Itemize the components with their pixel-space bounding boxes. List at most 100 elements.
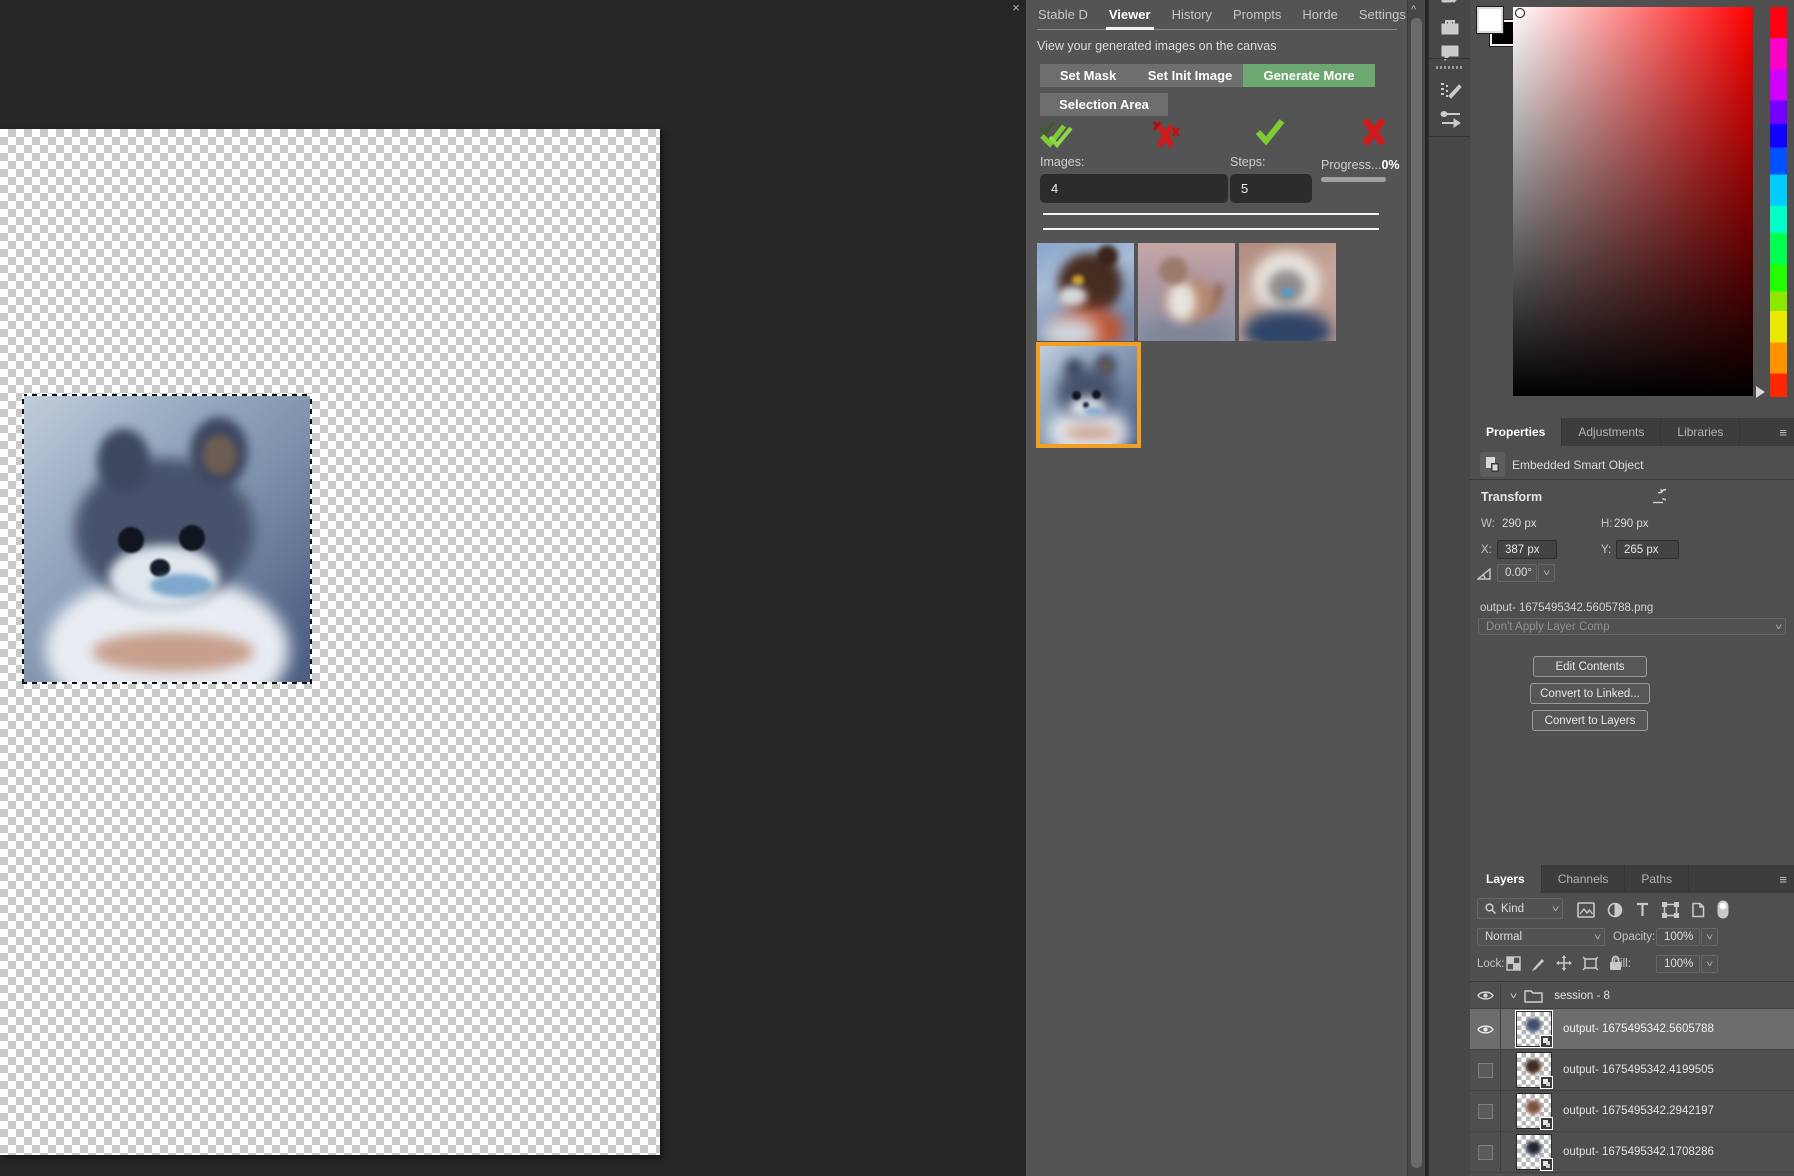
generate-more-button[interactable]: Generate More — [1243, 64, 1375, 87]
document-canvas[interactable] — [0, 129, 660, 1155]
scrollbar-up-icon[interactable]: ^ — [1411, 6, 1421, 14]
panel-icon-dock — [1428, 0, 1472, 1176]
reject-icon[interactable] — [1360, 116, 1388, 153]
fill-select[interactable]: 100% — [1656, 955, 1700, 973]
generated-thumbnail-2[interactable] — [1138, 243, 1235, 341]
tab-properties[interactable]: Properties — [1470, 418, 1562, 446]
lock-transparency-icon[interactable] — [1506, 956, 1521, 971]
panel-menu-icon[interactable]: ≡ — [1772, 418, 1794, 446]
layer-filter-select[interactable]: Kind˅ — [1477, 898, 1563, 919]
chevron-down-icon: ˅ — [1775, 622, 1782, 632]
angle-select-chevron-icon[interactable]: ˅ — [1538, 564, 1555, 582]
accept-all-icon[interactable] — [1038, 120, 1074, 155]
hidden-layer-checkbox[interactable] — [1478, 1063, 1493, 1078]
width-label: W: — [1481, 518, 1495, 530]
layer-thumbnail[interactable] — [1516, 1052, 1552, 1088]
layer-thumbnail[interactable] — [1516, 1011, 1552, 1047]
accept-icon[interactable] — [1255, 118, 1285, 151]
hue-slider-pointer[interactable] — [1756, 386, 1765, 398]
brush-settings-icon[interactable] — [1440, 82, 1460, 100]
visibility-toggle[interactable] — [1470, 1009, 1501, 1049]
set-init-image-button[interactable]: Set Init Image — [1125, 64, 1255, 87]
convert-to-linked-button[interactable]: Convert to Linked... — [1530, 683, 1650, 704]
visibility-toggle[interactable] — [1470, 1132, 1501, 1172]
foreground-color-swatch[interactable] — [1477, 7, 1503, 33]
y-input[interactable]: 265 px — [1616, 540, 1679, 559]
x-label: X: — [1481, 544, 1492, 556]
edit-contents-button[interactable]: Edit Contents — [1533, 656, 1647, 677]
tab-horde[interactable]: Horde — [1301, 7, 1338, 22]
hue-slider[interactable] — [1770, 7, 1787, 397]
tab-prompts[interactable]: Prompts — [1232, 7, 1282, 22]
visibility-toggle[interactable] — [1470, 1091, 1501, 1131]
chevron-down-icon: ˅ — [1594, 932, 1601, 942]
layer-row-2[interactable]: output- 1675495342.4199505 — [1470, 1050, 1794, 1091]
layer-thumbnail[interactable] — [1516, 1093, 1552, 1129]
hidden-layer-checkbox[interactable] — [1478, 1145, 1493, 1160]
panel-menu-icon[interactable]: ≡ — [1772, 865, 1794, 893]
tab-paths[interactable]: Paths — [1625, 865, 1689, 893]
color-picker-field[interactable] — [1513, 7, 1753, 396]
color-picker-cursor[interactable] — [1515, 8, 1525, 18]
divider-line — [1043, 213, 1379, 215]
selection-area-button[interactable]: Selection Area — [1040, 93, 1168, 116]
tab-stable-d[interactable]: Stable D — [1037, 7, 1089, 22]
canvas-smart-object-image[interactable] — [22, 394, 312, 684]
lock-position-move-icon[interactable] — [1556, 955, 1572, 971]
layer-group-row[interactable]: ˅ session - 8 — [1470, 983, 1794, 1009]
filter-adjustment-layers-icon[interactable] — [1607, 902, 1623, 918]
tab-libraries[interactable]: Libraries — [1661, 418, 1740, 446]
generated-thumbnail-3[interactable] — [1239, 243, 1336, 341]
x-input[interactable]: 387 px — [1497, 540, 1557, 559]
generated-thumbnail-4-selected[interactable] — [1040, 346, 1137, 444]
opacity-chevron-icon[interactable]: ˅ — [1701, 928, 1718, 946]
filter-smart-objects-icon[interactable] — [1691, 902, 1705, 918]
group-expand-chevron-icon[interactable]: ˅ — [1510, 991, 1518, 1001]
layer-comp-select[interactable]: Don't Apply Layer Comp˅ — [1478, 618, 1786, 635]
smart-object-icon — [1480, 452, 1505, 477]
filter-type-layers-icon[interactable] — [1635, 902, 1650, 918]
eye-icon — [1477, 1024, 1494, 1035]
brushes-tools-icon[interactable] — [1440, 110, 1460, 128]
chevron-down-icon: ˅ — [1552, 904, 1559, 914]
filter-toggle-icon[interactable] — [1717, 900, 1729, 919]
set-mask-button[interactable]: Set Mask — [1040, 64, 1136, 87]
comment-bubble-icon[interactable] — [1440, 44, 1460, 62]
opacity-select[interactable]: 100% — [1656, 928, 1700, 946]
fill-chevron-icon[interactable]: ˅ — [1701, 955, 1718, 973]
tab-viewer[interactable]: Viewer — [1108, 7, 1152, 22]
reset-transform-icon[interactable] — [1650, 488, 1666, 509]
tab-adjustments[interactable]: Adjustments — [1562, 418, 1661, 446]
steps-input[interactable]: 5 — [1230, 174, 1312, 203]
clipped-panel-icon[interactable] — [1440, 0, 1460, 10]
convert-to-layers-button[interactable]: Convert to Layers — [1532, 710, 1648, 731]
visibility-toggle[interactable] — [1470, 983, 1501, 1008]
layer-thumbnail[interactable] — [1516, 1134, 1552, 1170]
panel-close-icon[interactable]: × — [1008, 0, 1024, 16]
selection-marquee-right — [310, 394, 312, 684]
filter-pixel-layers-icon[interactable] — [1577, 902, 1595, 918]
tab-history[interactable]: History — [1171, 7, 1213, 22]
angle-select[interactable]: 0.00° — [1497, 564, 1537, 582]
lock-artboard-icon[interactable] — [1582, 956, 1599, 971]
filter-shape-layers-icon[interactable] — [1662, 902, 1679, 918]
dock-grip-handle[interactable] — [1436, 66, 1464, 69]
scrollbar-thumb[interactable] — [1411, 18, 1422, 1168]
reject-all-icon[interactable] — [1148, 118, 1182, 155]
tab-layers[interactable]: Layers — [1470, 865, 1542, 893]
tab-settings[interactable]: Settings — [1358, 7, 1407, 22]
blend-mode-select[interactable]: Normal˅ — [1477, 928, 1605, 946]
lock-pixels-brush-icon[interactable] — [1531, 956, 1546, 971]
images-input[interactable]: 4 — [1040, 174, 1228, 203]
layer-row-1[interactable]: output- 1675495342.5605788 — [1470, 1009, 1794, 1050]
hidden-layer-checkbox[interactable] — [1478, 1104, 1493, 1119]
generated-thumbnail-1[interactable] — [1037, 243, 1134, 341]
layer-row-3[interactable]: output- 1675495342.2942197 — [1470, 1091, 1794, 1132]
plugin-scrollbar[interactable]: ^ — [1407, 0, 1425, 1176]
visibility-toggle[interactable] — [1470, 1050, 1501, 1090]
libraries-bag-icon[interactable] — [1440, 18, 1460, 36]
layer-row-4[interactable]: output- 1675495342.1708286 — [1470, 1132, 1794, 1173]
lock-icons — [1506, 955, 1622, 971]
layer-name: output- 1675495342.1708286 — [1563, 1146, 1714, 1158]
tab-channels[interactable]: Channels — [1542, 865, 1626, 893]
